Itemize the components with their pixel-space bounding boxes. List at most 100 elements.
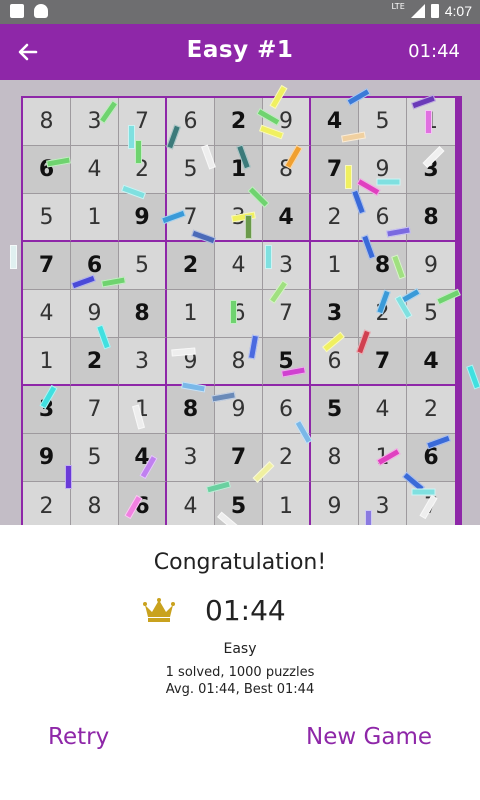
- status-bar: LTE 4:07: [0, 0, 480, 24]
- sudoku-cell[interactable]: 8: [23, 98, 71, 146]
- sudoku-cell[interactable]: 9: [71, 290, 119, 338]
- sudoku-cell[interactable]: 8: [215, 338, 263, 386]
- sudoku-cell[interactable]: 3: [215, 194, 263, 242]
- sudoku-cell[interactable]: 7: [23, 242, 71, 290]
- sudoku-cell[interactable]: 7: [119, 98, 167, 146]
- sudoku-board: 8376294516425187935197342687652431894981…: [21, 96, 462, 532]
- status-time: 4:07: [444, 3, 472, 19]
- sudoku-cell[interactable]: 5: [167, 146, 215, 194]
- sudoku-cell[interactable]: 3: [407, 146, 455, 194]
- sudoku-cell[interactable]: 5: [23, 194, 71, 242]
- sudoku-cell[interactable]: 1: [119, 386, 167, 434]
- sudoku-cell[interactable]: 9: [215, 386, 263, 434]
- sudoku-cell[interactable]: 3: [23, 386, 71, 434]
- sudoku-cell[interactable]: 3: [71, 98, 119, 146]
- sudoku-cell[interactable]: 9: [311, 482, 359, 530]
- sudoku-cell[interactable]: 5: [119, 242, 167, 290]
- android-icon: [34, 4, 48, 18]
- sudoku-cell[interactable]: 8: [359, 242, 407, 290]
- sudoku-cell[interactable]: 1: [263, 482, 311, 530]
- app-bar: Easy #1 01:44: [0, 24, 480, 80]
- battery-icon: [430, 4, 439, 18]
- sudoku-cell[interactable]: 9: [23, 434, 71, 482]
- difficulty-label: Easy: [223, 641, 257, 657]
- network-type: LTE: [391, 1, 405, 11]
- sudoku-cell[interactable]: 3: [167, 434, 215, 482]
- sudoku-cell[interactable]: 3: [311, 290, 359, 338]
- sudoku-cell[interactable]: 2: [311, 194, 359, 242]
- sudoku-cell[interactable]: 4: [23, 290, 71, 338]
- sudoku-cell[interactable]: 7: [311, 146, 359, 194]
- sudoku-cell[interactable]: 1: [407, 98, 455, 146]
- sd-card-icon: [10, 4, 24, 18]
- result-dialog: Congratulation! 01:44 Easy 1 solved, 100…: [0, 525, 480, 800]
- sudoku-cell[interactable]: 9: [263, 98, 311, 146]
- sudoku-cell[interactable]: 8: [167, 386, 215, 434]
- sudoku-cell[interactable]: 1: [359, 434, 407, 482]
- game-timer: 01:44: [408, 41, 460, 62]
- sudoku-cell[interactable]: 1: [71, 194, 119, 242]
- sudoku-cell[interactable]: 2: [167, 242, 215, 290]
- sudoku-cell[interactable]: 4: [311, 98, 359, 146]
- signal-icon: [410, 4, 425, 18]
- sudoku-cell[interactable]: 4: [167, 482, 215, 530]
- sudoku-cell[interactable]: 8: [119, 290, 167, 338]
- new-game-button[interactable]: New Game: [306, 724, 432, 750]
- sudoku-cell[interactable]: 4: [119, 434, 167, 482]
- sudoku-cell[interactable]: 5: [215, 482, 263, 530]
- sudoku-cell[interactable]: 6: [71, 242, 119, 290]
- sudoku-cell[interactable]: 9: [359, 146, 407, 194]
- sudoku-cell[interactable]: 1: [167, 290, 215, 338]
- sudoku-cell[interactable]: 9: [407, 242, 455, 290]
- sudoku-cell[interactable]: 4: [215, 242, 263, 290]
- sudoku-cell[interactable]: 8: [263, 146, 311, 194]
- sudoku-cell[interactable]: 6: [215, 290, 263, 338]
- solve-time: 01:44: [205, 594, 286, 627]
- sudoku-cell[interactable]: 2: [407, 386, 455, 434]
- sudoku-cell[interactable]: 8: [311, 434, 359, 482]
- sudoku-cell[interactable]: 5: [359, 98, 407, 146]
- sudoku-cell[interactable]: 3: [359, 482, 407, 530]
- sudoku-cell[interactable]: 6: [359, 194, 407, 242]
- sudoku-cell[interactable]: 2: [359, 290, 407, 338]
- sudoku-cell[interactable]: 2: [71, 338, 119, 386]
- sudoku-cell[interactable]: 6: [167, 98, 215, 146]
- board-area: 8376294516425187935197342687652431894981…: [0, 80, 480, 532]
- sudoku-cell[interactable]: 7: [167, 194, 215, 242]
- sudoku-cell[interactable]: 4: [407, 338, 455, 386]
- sudoku-cell[interactable]: 6: [311, 338, 359, 386]
- sudoku-cell[interactable]: 2: [263, 434, 311, 482]
- sudoku-cell[interactable]: 6: [23, 146, 71, 194]
- sudoku-cell[interactable]: 2: [215, 98, 263, 146]
- sudoku-cell[interactable]: 3: [263, 242, 311, 290]
- sudoku-cell[interactable]: 9: [167, 338, 215, 386]
- sudoku-cell[interactable]: 5: [407, 290, 455, 338]
- sudoku-cell[interactable]: 7: [263, 290, 311, 338]
- sudoku-cell[interactable]: 7: [407, 482, 455, 530]
- sudoku-cell[interactable]: 3: [119, 338, 167, 386]
- retry-button[interactable]: Retry: [48, 724, 109, 750]
- sudoku-cell[interactable]: 5: [263, 338, 311, 386]
- sudoku-cell[interactable]: 4: [263, 194, 311, 242]
- sudoku-cell[interactable]: 1: [311, 242, 359, 290]
- sudoku-cell[interactable]: 2: [23, 482, 71, 530]
- sudoku-cell[interactable]: 7: [215, 434, 263, 482]
- sudoku-cell[interactable]: 4: [71, 146, 119, 194]
- sudoku-cell[interactable]: 6: [119, 482, 167, 530]
- sudoku-cell[interactable]: 8: [407, 194, 455, 242]
- sudoku-cell[interactable]: 2: [119, 146, 167, 194]
- sudoku-cell[interactable]: 5: [311, 386, 359, 434]
- sudoku-cell[interactable]: 7: [71, 386, 119, 434]
- sudoku-cell[interactable]: 1: [23, 338, 71, 386]
- sudoku-cell[interactable]: 7: [359, 338, 407, 386]
- average-best-time: Avg. 01:44, Best 01:44: [165, 682, 315, 697]
- sudoku-cell[interactable]: 6: [407, 434, 455, 482]
- sudoku-cell[interactable]: 1: [215, 146, 263, 194]
- congratulation-heading: Congratulation!: [153, 550, 327, 575]
- sudoku-cell[interactable]: 8: [71, 482, 119, 530]
- sudoku-cell[interactable]: 4: [359, 386, 407, 434]
- sudoku-cell[interactable]: 5: [71, 434, 119, 482]
- sudoku-cell[interactable]: 6: [263, 386, 311, 434]
- sudoku-cell[interactable]: 9: [119, 194, 167, 242]
- crown-icon: [143, 598, 175, 622]
